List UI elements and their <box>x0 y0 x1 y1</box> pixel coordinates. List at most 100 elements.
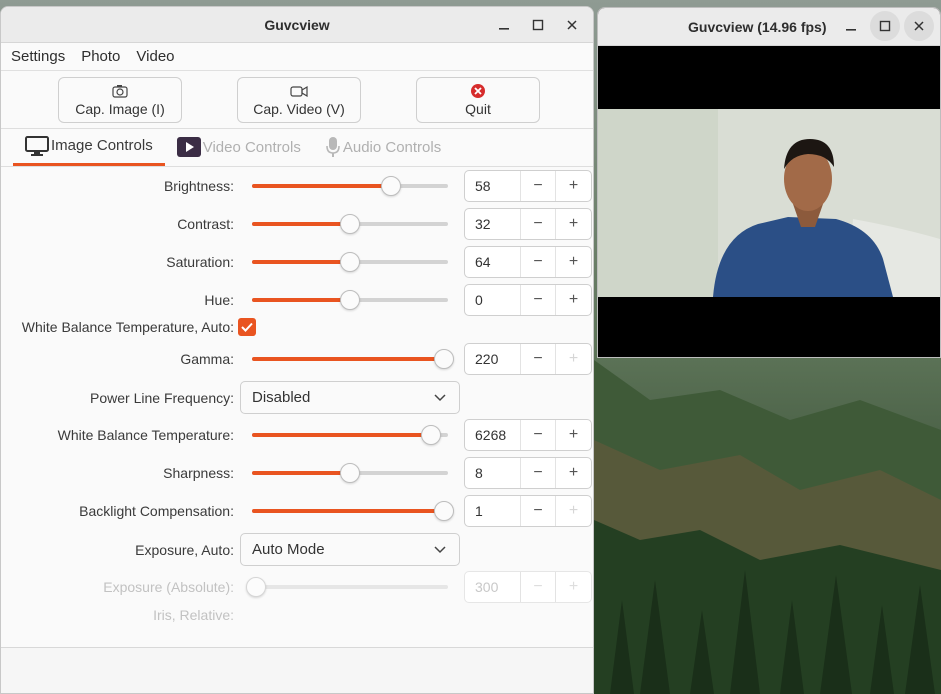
hue-value[interactable]: 0 <box>465 285 521 315</box>
main-titlebar[interactable]: Guvcview <box>1 7 593 43</box>
power-line-label: Power Line Frequency: <box>90 389 234 406</box>
exposure-abs-increment-button: + <box>568 578 579 595</box>
slider-handle[interactable] <box>434 349 454 369</box>
brightness-spinbox: 58 − + <box>464 170 592 202</box>
maximize-icon <box>532 19 544 31</box>
exposure-abs-row: Exposure (Absolute): 300 − + <box>1 571 593 603</box>
preview-window: Guvcview (14.96 fps) <box>597 7 941 358</box>
wb-auto-checkbox[interactable] <box>238 318 256 336</box>
gamma-slider[interactable] <box>252 349 454 369</box>
wb-temp-decrement-button[interactable]: − <box>521 420 556 450</box>
exposure-auto-dropdown[interactable]: Auto Mode <box>240 533 460 566</box>
chevron-down-icon <box>434 546 446 554</box>
backlight-value[interactable]: 1 <box>465 496 521 526</box>
tab-video-controls[interactable]: Video Controls <box>165 128 313 166</box>
saturation-decrement-button[interactable]: − <box>521 247 556 277</box>
slider-handle[interactable] <box>340 252 360 272</box>
saturation-row: Saturation: 64 − + <box>1 246 593 278</box>
sharpness-increment-button[interactable]: + <box>556 458 591 488</box>
quit-button[interactable]: Quit <box>416 76 540 123</box>
exposure-abs-label: Exposure (Absolute): <box>103 579 234 595</box>
saturation-value[interactable]: 64 <box>465 247 521 277</box>
gamma-value[interactable]: 220 <box>465 344 521 374</box>
wb-temp-row: White Balance Temperature: 6268 − + <box>1 419 593 451</box>
preview-maximize-button[interactable] <box>870 11 900 41</box>
power-line-row: Power Line Frequency: Disabled <box>1 381 593 414</box>
saturation-increment-button[interactable]: + <box>556 247 591 277</box>
sharpness-slider[interactable] <box>252 463 448 483</box>
slider-handle[interactable] <box>340 463 360 483</box>
wb-temp-slider[interactable] <box>252 425 448 445</box>
gamma-decrement-button[interactable]: − <box>521 344 556 374</box>
close-icon <box>914 21 924 31</box>
backlight-slider[interactable] <box>252 501 454 521</box>
wb-temp-value[interactable]: 6268 <box>465 420 521 450</box>
contrast-increment-button[interactable]: + <box>556 209 591 239</box>
quit-label: Quit <box>465 100 491 117</box>
sharpness-value[interactable]: 8 <box>465 458 521 488</box>
brightness-value[interactable]: 58 <box>465 171 521 201</box>
saturation-slider[interactable] <box>252 252 448 272</box>
saturation-spinbox: 64 − + <box>464 246 592 278</box>
minimize-icon <box>499 28 509 30</box>
slider-handle[interactable] <box>340 290 360 310</box>
webcam-person-image <box>598 109 940 297</box>
contrast-row: Contrast: 32 − + <box>1 208 593 240</box>
contrast-label: Contrast: <box>177 216 234 232</box>
backlight-increment-button[interactable]: + <box>556 496 591 526</box>
video-camera-icon <box>290 83 308 99</box>
cap-video-button[interactable]: Cap. Video (V) <box>237 76 361 123</box>
tab-audio-controls[interactable]: Audio Controls <box>313 128 453 166</box>
exposure-auto-label: Exposure, Auto: <box>135 541 234 558</box>
backlight-decrement-button[interactable]: − <box>521 496 556 526</box>
wb-temp-increment-button[interactable]: + <box>556 420 591 450</box>
close-circle-icon <box>470 83 486 99</box>
contrast-value[interactable]: 32 <box>465 209 521 239</box>
sharpness-spinbox: 8 − + <box>464 457 592 489</box>
backlight-label: Backlight Compensation: <box>79 503 234 519</box>
wb-auto-label: White Balance Temperature, Auto: <box>21 319 234 335</box>
brightness-decrement-button[interactable]: − <box>521 171 556 201</box>
preview-close-button[interactable] <box>904 11 934 41</box>
wb-temp-spinbox: 6268 − + <box>464 419 592 451</box>
exposure-abs-value: 300 <box>465 572 521 602</box>
maximize-button[interactable] <box>523 10 553 40</box>
slider-handle[interactable] <box>340 214 360 234</box>
menu-photo[interactable]: Photo <box>81 48 120 65</box>
hue-decrement-button[interactable]: − <box>521 285 556 315</box>
exposure-auto-selected: Auto Mode <box>252 541 325 558</box>
preview-titlebar[interactable]: Guvcview (14.96 fps) <box>598 8 940 46</box>
slider-handle[interactable] <box>381 176 402 196</box>
preview-minimize-button[interactable] <box>836 11 866 41</box>
sharpness-decrement-button[interactable]: − <box>521 458 556 488</box>
gamma-spinbox: 220 − + <box>464 343 592 375</box>
gamma-increment-button[interactable]: + <box>556 344 591 374</box>
brightness-slider[interactable] <box>252 176 448 196</box>
checkmark-icon <box>241 322 253 332</box>
brightness-increment-button[interactable]: + <box>556 171 591 201</box>
toolbar: Cap. Image (I) Cap. Video (V) Quit <box>1 71 593 129</box>
chevron-down-icon <box>434 394 446 402</box>
tab-image-controls[interactable]: Image Controls <box>13 128 165 166</box>
slider-handle[interactable] <box>420 425 441 445</box>
hue-slider[interactable] <box>252 290 448 310</box>
menubar: Settings Photo Video <box>1 43 593 71</box>
sharpness-label: Sharpness: <box>163 465 234 481</box>
hue-spinbox: 0 − + <box>464 284 592 316</box>
close-button[interactable] <box>557 10 587 40</box>
minimize-button[interactable] <box>489 10 519 40</box>
menu-settings[interactable]: Settings <box>11 48 65 65</box>
monitor-icon <box>25 135 49 157</box>
power-line-dropdown[interactable]: Disabled <box>240 381 460 414</box>
gamma-label: Gamma: <box>180 351 234 367</box>
contrast-slider[interactable] <box>252 214 448 234</box>
exposure-auto-row: Exposure, Auto: Auto Mode <box>1 533 593 566</box>
brightness-label: Brightness: <box>163 178 234 194</box>
hue-increment-button[interactable]: + <box>556 285 591 315</box>
sharpness-row: Sharpness: 8 − + <box>1 457 593 489</box>
cap-image-button[interactable]: Cap. Image (I) <box>58 76 182 123</box>
cap-image-label: Cap. Image (I) <box>75 100 165 117</box>
slider-handle[interactable] <box>434 501 454 521</box>
contrast-decrement-button[interactable]: − <box>521 209 556 239</box>
menu-video[interactable]: Video <box>136 48 174 65</box>
